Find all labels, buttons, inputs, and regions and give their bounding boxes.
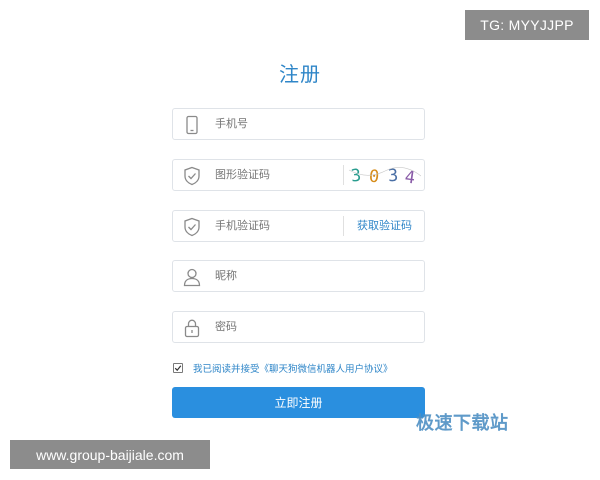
- shield-check-icon: [181, 165, 203, 187]
- captcha-char-1: 3: [350, 166, 362, 187]
- sms-code-field[interactable]: 获取验证码: [172, 210, 425, 242]
- captcha-char-3: 3: [387, 166, 399, 187]
- phone-input[interactable]: [215, 109, 375, 139]
- captcha-field[interactable]: 3 0 3 4: [172, 159, 425, 191]
- captcha-divider: [343, 165, 344, 185]
- jisu-watermark: 极速下载站: [416, 413, 509, 434]
- nickname-input[interactable]: [215, 261, 375, 291]
- captcha-char-2: 0: [368, 167, 380, 188]
- phone-field[interactable]: [172, 108, 425, 140]
- phone-icon: [181, 114, 203, 136]
- agreement-row: 我已阅读并接受《聊天狗微信机器人用户协议》: [173, 361, 393, 375]
- user-icon: [181, 266, 203, 288]
- register-button-label: 立即注册: [274, 396, 323, 410]
- agreement-link[interactable]: 我已阅读并接受《聊天狗微信机器人用户协议》: [193, 361, 393, 375]
- get-code-button[interactable]: 获取验证码: [344, 211, 425, 241]
- register-button[interactable]: 立即注册: [172, 387, 425, 418]
- page-title: 注册: [279, 62, 321, 86]
- lock-icon: [181, 317, 203, 339]
- agreement-checkbox[interactable]: [173, 363, 183, 373]
- tg-watermark-text: TG: MYYJJPP: [480, 17, 574, 33]
- nickname-field[interactable]: [172, 260, 425, 292]
- tg-watermark-badge: TG: MYYJJPP: [465, 10, 589, 40]
- checkmark-icon: [174, 365, 182, 372]
- site-watermark-badge: www.group-baijiale.com: [10, 440, 210, 469]
- site-watermark-text: www.group-baijiale.com: [36, 446, 184, 463]
- password-input[interactable]: [215, 312, 375, 342]
- shield-check-icon: [181, 216, 203, 238]
- captcha-image[interactable]: 3 0 3 4: [347, 162, 423, 188]
- password-field[interactable]: [172, 311, 425, 343]
- captcha-char-4: 4: [403, 167, 416, 188]
